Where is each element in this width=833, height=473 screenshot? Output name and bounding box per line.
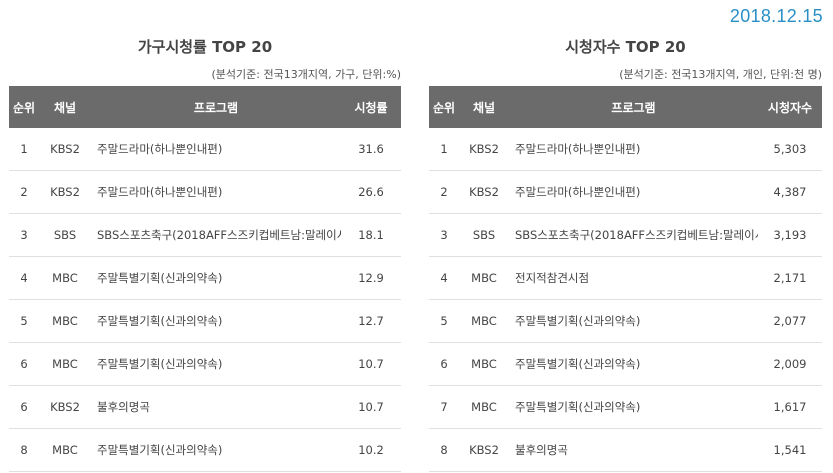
table-header-row: 순위 채널 프로그램 시청자수 <box>429 86 822 128</box>
value-cell: 1,617 <box>758 385 822 429</box>
value-cell: 1,541 <box>758 428 822 472</box>
table-row: 6 MBC 주말특별기획(신과의약속) 2,009 <box>429 342 822 386</box>
table-row: 6 KBS2 불후의명곡 10.7 <box>9 385 401 429</box>
program-cell: SBS스포츠축구(2018AFF스즈키컵베트남:말레이시아) <box>509 213 758 257</box>
header-rank: 순위 <box>9 86 39 128</box>
program-cell: 주말특별기획(신과의약속) <box>509 342 758 386</box>
channel-cell: KBS2 <box>459 428 509 472</box>
channel-cell: KBS2 <box>459 170 509 214</box>
table-row: 8 MBC 주말특별기획(신과의약속) 10.2 <box>9 428 401 472</box>
channel-cell: SBS <box>459 213 509 257</box>
table-body: 1 KBS2 주말드라마(하나뿐인내편) 31.6 2 KBS2 주말드라마(하나뿐인내편)… <box>9 128 401 472</box>
table-row: 2 KBS2 주말드라마(하나뿐인내편) 26.6 <box>9 170 401 214</box>
rank-cell: 5 <box>9 299 39 343</box>
viewer-count-table: 순위 채널 프로그램 시청자수 1 KBS2 주말드라마(하나뿐인내편) 5,303 2… <box>429 86 822 472</box>
rank-cell: 3 <box>9 213 39 257</box>
rank-cell: 5 <box>429 299 459 343</box>
rank-cell: 8 <box>9 428 39 472</box>
table-row: 3 SBS SBS스포츠축구(2018AFF스즈키컵베트남:말레이시아) 18.1 <box>9 213 401 257</box>
value-cell: 5,303 <box>758 128 822 171</box>
program-cell: 주말드라마(하나뿐인내편) <box>91 170 341 214</box>
channel-cell: MBC <box>459 342 509 386</box>
table-row: 5 MBC 주말특별기획(신과의약속) 12.7 <box>9 299 401 343</box>
table-row: 4 MBC 주말특별기획(신과의약속) 12.9 <box>9 256 401 300</box>
rank-cell: 4 <box>9 256 39 300</box>
panel-note: (분석기준: 전국13개지역, 개인, 단위:천 명) <box>619 68 822 81</box>
program-cell: 주말특별기획(신과의약속) <box>91 299 341 343</box>
table-row: 7 MBC 주말특별기획(신과의약속) 1,617 <box>429 385 822 429</box>
header-channel: 채널 <box>39 86 91 128</box>
channel-cell: MBC <box>39 299 91 343</box>
program-cell: 주말특별기획(신과의약속) <box>509 385 758 429</box>
table-row: 5 MBC 주말특별기획(신과의약속) 2,077 <box>429 299 822 343</box>
household-rating-table: 순위 채널 프로그램 시청률 1 KBS2 주말드라마(하나뿐인내편) 31.6 2 KB… <box>9 86 401 472</box>
channel-cell: KBS2 <box>39 128 91 171</box>
channel-cell: MBC <box>459 385 509 429</box>
channel-cell: SBS <box>39 213 91 257</box>
channel-cell: KBS2 <box>39 170 91 214</box>
channel-cell: KBS2 <box>39 385 91 429</box>
header-program: 프로그램 <box>91 86 341 128</box>
header-value: 시청률 <box>341 86 401 128</box>
table-row: 1 KBS2 주말드라마(하나뿐인내편) 5,303 <box>429 128 822 171</box>
program-cell: 주말특별기획(신과의약속) <box>91 342 341 386</box>
value-cell: 10.7 <box>341 342 401 386</box>
table-row: 4 MBC 전지적참견시점 2,171 <box>429 256 822 300</box>
rank-cell: 1 <box>429 128 459 171</box>
rank-cell: 1 <box>9 128 39 171</box>
rank-cell: 6 <box>9 342 39 386</box>
table-row: 6 MBC 주말특별기획(신과의약속) 10.7 <box>9 342 401 386</box>
channel-cell: MBC <box>39 342 91 386</box>
rank-cell: 4 <box>429 256 459 300</box>
program-cell: 주말특별기획(신과의약속) <box>91 428 341 472</box>
table-header-row: 순위 채널 프로그램 시청률 <box>9 86 401 128</box>
value-cell: 2,077 <box>758 299 822 343</box>
value-cell: 4,387 <box>758 170 822 214</box>
channel-cell: MBC <box>459 299 509 343</box>
panel-note: (분석기준: 전국13개지역, 가구, 단위:%) <box>211 68 402 81</box>
value-cell: 18.1 <box>341 213 401 257</box>
table-row: 8 KBS2 불후의명곡 1,541 <box>429 428 822 472</box>
value-cell: 10.2 <box>341 428 401 472</box>
channel-cell: MBC <box>39 428 91 472</box>
program-cell: 주말드라마(하나뿐인내편) <box>91 128 341 171</box>
table-row: 1 KBS2 주말드라마(하나뿐인내편) 31.6 <box>9 128 401 171</box>
rank-cell: 2 <box>9 170 39 214</box>
value-cell: 12.9 <box>341 256 401 300</box>
channel-cell: MBC <box>39 256 91 300</box>
program-cell: 불후의명곡 <box>91 385 341 429</box>
value-cell: 12.7 <box>341 299 401 343</box>
table-row: 2 KBS2 주말드라마(하나뿐인내편) 4,387 <box>429 170 822 214</box>
rank-cell: 6 <box>429 342 459 386</box>
panel-title: 시청자수 TOP 20 <box>565 38 686 56</box>
header-channel: 채널 <box>459 86 509 128</box>
value-cell: 31.6 <box>341 128 401 171</box>
rank-cell: 8 <box>429 428 459 472</box>
rank-cell: 2 <box>429 170 459 214</box>
program-cell: 주말특별기획(신과의약속) <box>509 299 758 343</box>
header-program: 프로그램 <box>509 86 758 128</box>
value-cell: 10.7 <box>341 385 401 429</box>
rank-cell: 7 <box>429 385 459 429</box>
header-value: 시청자수 <box>758 86 822 128</box>
header-rank: 순위 <box>429 86 459 128</box>
panel-title: 가구시청률 TOP 20 <box>137 38 273 56</box>
program-cell: 주말드라마(하나뿐인내편) <box>509 170 758 214</box>
program-cell: 주말특별기획(신과의약속) <box>91 256 341 300</box>
value-cell: 26.6 <box>341 170 401 214</box>
channel-cell: MBC <box>459 256 509 300</box>
table-body: 1 KBS2 주말드라마(하나뿐인내편) 5,303 2 KBS2 주말드라마(하나뿐인내편… <box>429 128 822 472</box>
program-cell: SBS스포츠축구(2018AFF스즈키컵베트남:말레이시아) <box>91 213 341 257</box>
value-cell: 2,009 <box>758 342 822 386</box>
channel-cell: KBS2 <box>459 128 509 171</box>
rank-cell: 6 <box>9 385 39 429</box>
value-cell: 2,171 <box>758 256 822 300</box>
program-cell: 전지적참견시점 <box>509 256 758 300</box>
value-cell: 3,193 <box>758 213 822 257</box>
report-date: 2018.12.15 <box>729 6 823 26</box>
table-row: 3 SBS SBS스포츠축구(2018AFF스즈키컵베트남:말레이시아) 3,193 <box>429 213 822 257</box>
program-cell: 주말드라마(하나뿐인내편) <box>509 128 758 171</box>
program-cell: 불후의명곡 <box>509 428 758 472</box>
rank-cell: 3 <box>429 213 459 257</box>
